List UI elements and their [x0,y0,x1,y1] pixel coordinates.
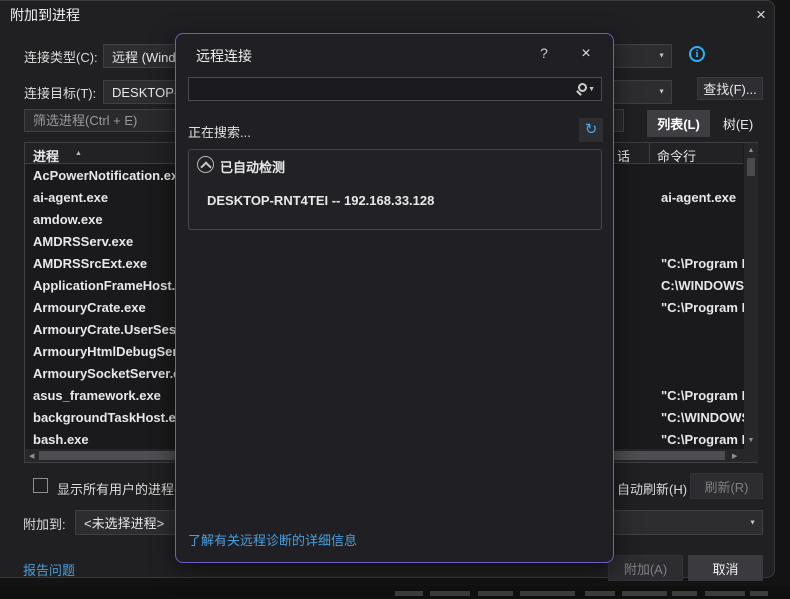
process-command: "C:\Program Fi [661,388,744,403]
remote-connection-dialog: 远程连接 ? × ▼ 正在搜索... ↻ 已自动检测 DESKTOP-RNT4T… [175,33,614,563]
list-view-button[interactable]: 列表(L) [647,110,710,137]
auto-detected-group: 已自动检测 DESKTOP-RNT4TEI -- 192.168.33.128 [188,149,602,230]
process-name: bash.exe [33,432,89,447]
auto-refresh-label: 自动刷新(H) [617,479,687,498]
info-icon[interactable]: i [689,46,705,62]
help-icon[interactable]: ? [534,45,554,61]
close-icon[interactable]: × [574,43,598,65]
tree-view-button[interactable]: 树(E) [712,110,764,137]
column-header-command[interactable]: 命令行 [657,146,696,165]
sort-asc-icon: ▲ [75,150,82,157]
attach-to-value: <未选择进程> [84,513,164,532]
background-window-strip [0,586,790,599]
collapse-chevron-icon[interactable] [197,156,214,173]
chevron-down-icon: ▼ [749,519,756,526]
process-name: asus_framework.exe [33,388,161,403]
chevron-down-icon: ▼ [658,89,665,96]
refresh-button[interactable]: 刷新(R) [690,473,763,499]
column-divider [649,143,650,164]
process-command: "C:\WINDOWS [661,410,744,425]
attach-to-label: 附加到: [23,514,66,533]
process-name: ai-agent.exe [33,190,108,205]
process-name: AcPowerNotification.exe [33,168,185,183]
searching-status: 正在搜索... [188,122,251,141]
chevron-down-icon: ▼ [588,86,595,93]
process-command: "C:\Program Fi [661,432,744,447]
process-name: amdow.exe [33,212,103,227]
connection-type-value: 远程 (Windo [112,47,183,66]
scroll-up-icon[interactable]: ▲ [744,147,758,154]
attach-button[interactable]: 附加(A) [608,555,683,581]
show-all-users-label: 显示所有用户的进程(U [57,479,188,498]
process-name: AMDRSSrcExt.exe [33,256,147,271]
modal-title: 远程连接 [196,46,252,66]
vertical-scrollbar[interactable]: ▲ ▼ [744,143,758,449]
process-name: ArmouryHtmlDebugSer [33,344,177,359]
process-name: ArmouryCrate.exe [33,300,146,315]
column-header-session[interactable]: 话 [617,146,630,165]
scroll-right-icon[interactable]: ▶ [732,452,737,460]
process-name: AMDRSServ.exe [33,234,133,249]
vertical-scrollbar-thumb[interactable] [747,158,755,176]
process-name: ArmourySocketServer.ex [33,366,188,381]
screen: 附加到进程 × 连接类型(C): 远程 (Windo ▼ i 连接目标(T): … [0,0,790,599]
auto-detected-label: 已自动检测 [220,157,285,176]
connection-type-label: 连接类型(C): [24,47,98,66]
report-problem-link[interactable]: 报告问题 [23,560,75,579]
chevron-down-icon: ▼ [658,53,665,60]
search-icon[interactable] [578,83,587,92]
detected-host-item[interactable]: DESKTOP-RNT4TEI -- 192.168.33.128 [207,193,434,208]
scroll-down-icon[interactable]: ▼ [744,437,758,444]
process-name: ApplicationFrameHost.e [33,278,183,293]
process-name: ArmouryCrate.UserSessi [33,322,187,337]
remote-diagnostics-link[interactable]: 了解有关远程诊断的详细信息 [188,530,357,549]
process-command: ai-agent.exe [661,190,744,205]
scrollbar-corner [744,449,758,462]
refresh-icon[interactable]: ↻ [579,118,603,142]
process-command: "C:\Program Fi [661,256,744,271]
close-icon[interactable]: × [748,3,774,27]
column-header-process[interactable]: 进程 [33,146,59,165]
cancel-button[interactable]: 取消 [688,555,763,581]
process-command: C:\WINDOWS\ [661,278,744,293]
scroll-left-icon[interactable]: ◀ [29,452,34,460]
connection-target-label: 连接目标(T): [24,83,96,102]
remote-search-input[interactable] [188,77,602,101]
dialog-title: 附加到进程 [10,5,80,25]
process-name: backgroundTaskHost.ex [33,410,183,425]
show-all-users-checkbox[interactable] [33,478,48,493]
find-button[interactable]: 查找(F)... [697,77,763,100]
process-command: "C:\Program Fi [661,300,744,315]
